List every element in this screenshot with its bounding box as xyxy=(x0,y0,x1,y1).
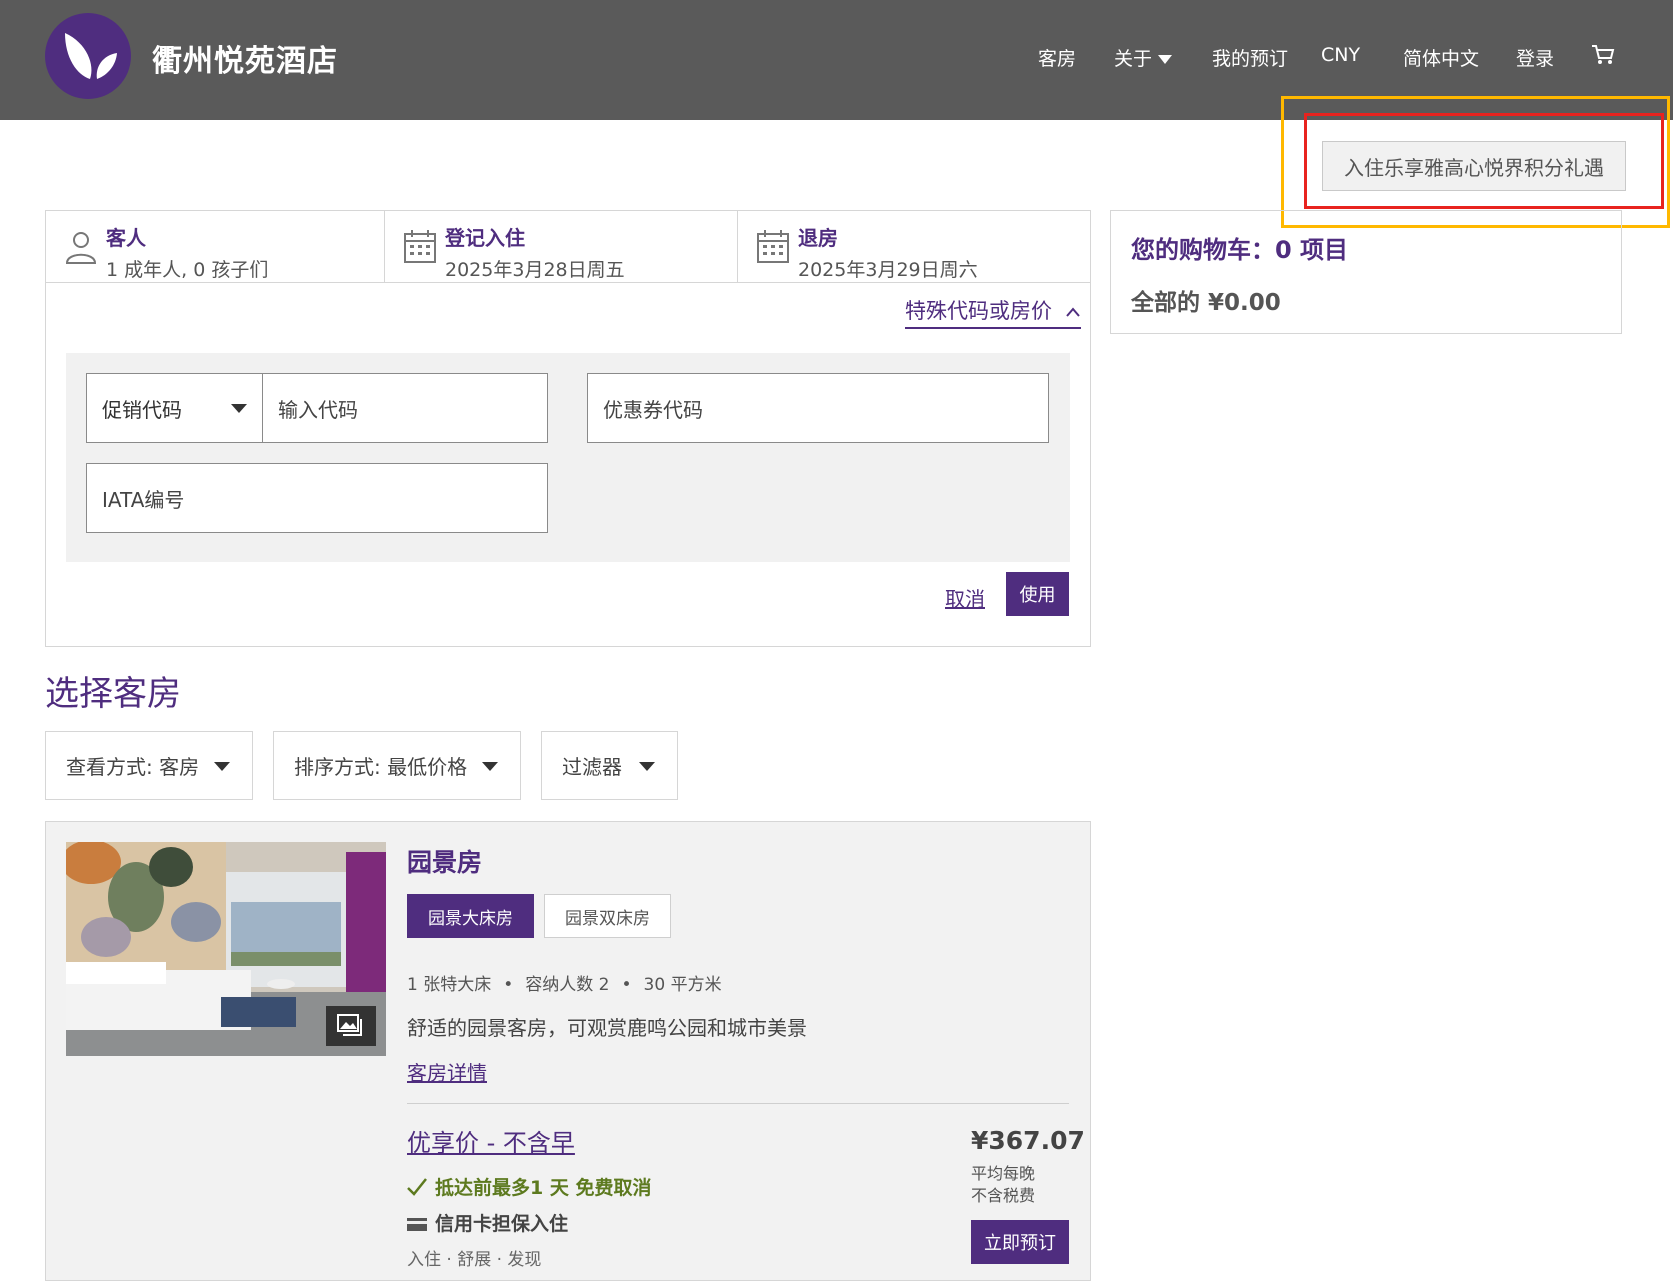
promo-type-label: 促销代码 xyxy=(102,397,182,422)
checkout-selector[interactable]: 退房 2025年3月29日周六 xyxy=(798,222,978,282)
chevron-down-icon xyxy=(639,762,655,771)
divider xyxy=(407,1103,1069,1104)
promo-code-input[interactable]: 输入代码 xyxy=(262,373,548,443)
special-codes-label: 特殊代码或房价 xyxy=(905,299,1052,323)
apply-button[interactable]: 使用 xyxy=(1006,572,1069,616)
leaf-logo-icon xyxy=(65,33,117,79)
cart-title-label: 您的购物车： xyxy=(1131,236,1275,264)
nav-language[interactable]: 简体中文 xyxy=(1403,44,1479,71)
checkin-selector[interactable]: 登记入住 2025年3月28日周五 xyxy=(445,222,625,282)
cart-count: 0 项目 xyxy=(1275,236,1349,264)
calendar-icon xyxy=(757,229,789,267)
cancel-link[interactable]: 取消 xyxy=(945,583,985,612)
room-details-link[interactable]: 客房详情 xyxy=(407,1057,487,1086)
view-by-label: 查看方式: 客房 xyxy=(66,755,200,779)
tab-king-room[interactable]: 园景大床房 xyxy=(407,894,534,938)
hotel-logo[interactable] xyxy=(45,13,131,99)
guests-label: 客人 xyxy=(106,226,146,250)
sort-by-label: 排序方式: 最低价格 xyxy=(294,755,468,779)
credit-card-icon xyxy=(407,1218,427,1231)
chevron-down-icon xyxy=(482,762,498,771)
check-icon xyxy=(407,1178,427,1196)
cancellation-policy: 抵达前最多1 天 免费取消 xyxy=(407,1173,651,1200)
nav-login[interactable]: 登录 xyxy=(1516,44,1554,71)
image-gallery-icon xyxy=(337,1014,362,1036)
section-title: 选择客房 xyxy=(45,674,181,714)
cart-icon[interactable] xyxy=(1591,44,1615,70)
cart-total: 全部的 ¥0.00 xyxy=(1131,283,1281,317)
chevron-down-icon xyxy=(1158,55,1173,64)
room-name: 园景房 xyxy=(407,848,483,877)
rate-amenities: 入住 · 舒展 · 发现 xyxy=(407,1250,542,1270)
highlight-box-red xyxy=(1304,113,1664,209)
divider xyxy=(384,211,385,283)
guarantee-policy: 信用卡担保入住 xyxy=(407,1209,568,1236)
book-now-button[interactable]: 立即预订 xyxy=(971,1220,1069,1264)
sort-by-dropdown[interactable]: 排序方式: 最低价格 xyxy=(273,731,521,800)
chevron-down-icon xyxy=(214,762,230,771)
divider xyxy=(737,211,738,283)
price-per-night: 平均每晚 xyxy=(971,1164,1036,1183)
chevron-up-icon xyxy=(1065,307,1080,317)
checkout-label: 退房 xyxy=(798,226,838,250)
hotel-name[interactable]: 衢州悦苑酒店 xyxy=(152,36,338,80)
bullet: • xyxy=(621,975,632,995)
view-by-dropdown[interactable]: 查看方式: 客房 xyxy=(45,731,253,800)
nav-about-label: 关于 xyxy=(1114,48,1153,70)
chevron-down-icon xyxy=(231,404,247,413)
guarantee-text: 信用卡担保入住 xyxy=(435,1213,569,1235)
checkout-value: 2025年3月29日周六 xyxy=(798,259,978,281)
rate-price: ¥367.07 xyxy=(971,1126,1085,1155)
nav-my-booking[interactable]: 我的预订 xyxy=(1212,44,1288,71)
checkin-value: 2025年3月28日周五 xyxy=(445,259,625,281)
nav-rooms[interactable]: 客房 xyxy=(1038,44,1076,71)
room-description: 舒适的园景客房，可观赏鹿鸣公园和城市美景 xyxy=(407,1016,807,1040)
guests-selector[interactable]: 客人 1 成年人, 0 孩子们 xyxy=(106,222,268,282)
cancellation-text: 抵达前最多1 天 免费取消 xyxy=(435,1177,652,1199)
spec-size: 30 平方米 xyxy=(643,975,722,995)
price-tax-note: 不含税费 xyxy=(971,1186,1036,1205)
tab-twin-room[interactable]: 园景双床房 xyxy=(544,894,671,938)
promo-type-select[interactable]: 促销代码 xyxy=(86,373,264,443)
gallery-button[interactable] xyxy=(326,1006,376,1046)
cart-title: 您的购物车：0 项目 xyxy=(1131,230,1348,265)
cart-total-label: 全部的 xyxy=(1131,290,1200,316)
spec-capacity: 容纳人数 2 xyxy=(525,975,610,995)
special-codes-link[interactable]: 特殊代码或房价 xyxy=(905,295,1081,329)
person-icon xyxy=(65,230,97,268)
rate-name-link[interactable]: 优享价 - 不含早 xyxy=(407,1123,575,1158)
calendar-icon xyxy=(404,229,436,267)
checkin-label: 登记入住 xyxy=(445,226,525,250)
guests-value: 1 成年人, 0 孩子们 xyxy=(106,259,269,281)
filter-label: 过滤器 xyxy=(562,755,622,779)
nav-about[interactable]: 关于 xyxy=(1114,44,1173,71)
iata-number-input[interactable]: IATA编号 xyxy=(86,463,548,533)
bullet: • xyxy=(503,975,514,995)
filter-dropdown[interactable]: 过滤器 xyxy=(541,731,678,800)
nav-currency[interactable]: CNY xyxy=(1321,44,1360,66)
room-specs: 1 张特大床 • 容纳人数 2 • 30 平方米 xyxy=(407,970,722,995)
voucher-code-input[interactable]: 优惠券代码 xyxy=(587,373,1049,443)
spec-bed: 1 张特大床 xyxy=(407,975,492,995)
cart-total-value: ¥0.00 xyxy=(1208,290,1281,316)
